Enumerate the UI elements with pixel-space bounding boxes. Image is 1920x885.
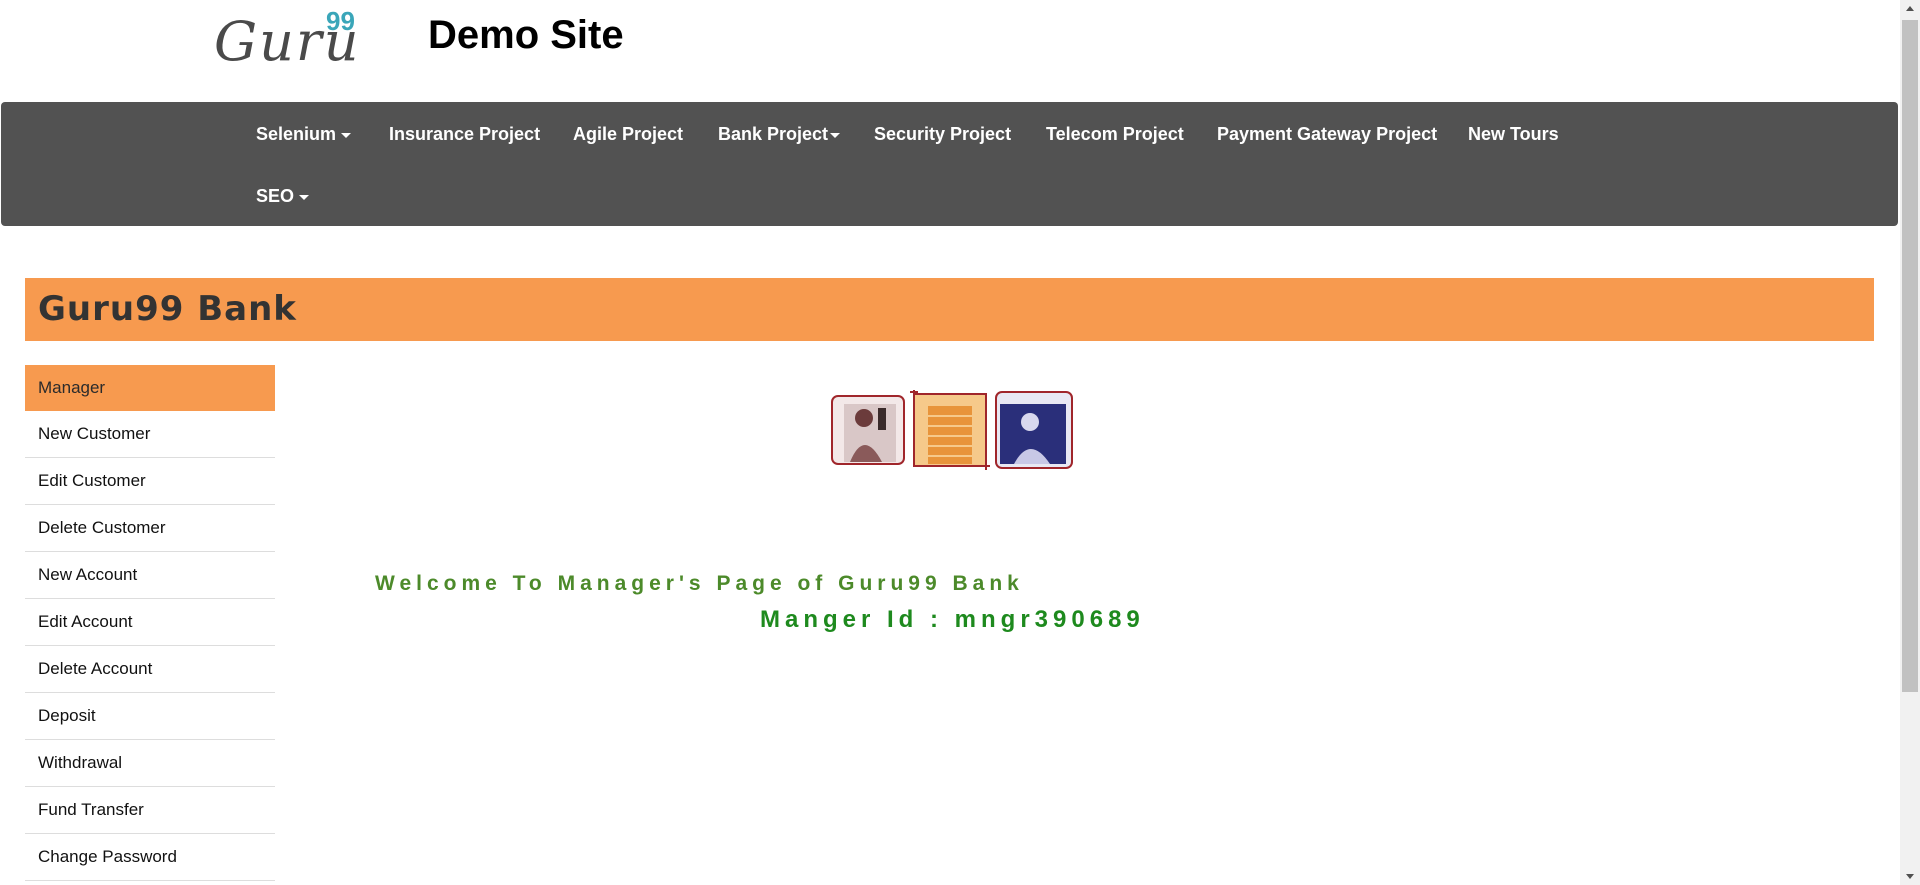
sidebar-item-withdrawal[interactable]: Withdrawal: [25, 740, 275, 787]
site-title: Demo Site: [428, 13, 624, 57]
nav-telecom-project[interactable]: Telecom Project: [1046, 123, 1184, 145]
sidebar-item-change-password[interactable]: Change Password: [25, 834, 275, 881]
page-scrollbar[interactable]: [1900, 0, 1920, 885]
sidebar-item-new-customer[interactable]: New Customer: [25, 411, 275, 458]
guru99-logo[interactable]: Guru 99: [214, 6, 364, 73]
nav-seo-label: SEO: [256, 186, 295, 206]
sidebar-item-delete-customer[interactable]: Delete Customer: [25, 505, 275, 552]
nav-seo-dropdown[interactable]: SEO: [256, 185, 310, 207]
sidebar-item-delete-account[interactable]: Delete Account: [25, 646, 275, 693]
sidebar-item-manager[interactable]: Manager: [25, 365, 275, 411]
sidebar-item-deposit[interactable]: Deposit: [25, 693, 275, 740]
scroll-up-arrow-icon[interactable]: [1906, 6, 1914, 11]
nav-bank-label: Bank Project: [718, 124, 829, 144]
bank-banner-image: [831, 390, 1073, 470]
top-navbar: Selenium Insurance Project Agile Project…: [1, 102, 1898, 226]
nav-selenium-dropdown[interactable]: Selenium: [256, 123, 352, 145]
scrollbar-thumb[interactable]: [1902, 20, 1918, 692]
logo-superscript: 99: [326, 6, 355, 36]
sidebar-menu: Manager New Customer Edit Customer Delet…: [25, 365, 275, 881]
sidebar-item-new-account[interactable]: New Account: [25, 552, 275, 599]
nav-new-tours[interactable]: New Tours: [1468, 123, 1559, 145]
manager-id-text: Manger Id : mngr390689: [760, 606, 1145, 633]
nav-payment-gateway-project[interactable]: Payment Gateway Project: [1217, 123, 1437, 145]
sidebar-item-edit-customer[interactable]: Edit Customer: [25, 458, 275, 505]
sidebar-item-edit-account[interactable]: Edit Account: [25, 599, 275, 646]
nav-agile-project[interactable]: Agile Project: [573, 123, 683, 145]
sidebar-item-fund-transfer[interactable]: Fund Transfer: [25, 787, 275, 834]
nav-insurance-project[interactable]: Insurance Project: [389, 123, 540, 145]
nav-security-project[interactable]: Security Project: [874, 123, 1011, 145]
scroll-down-arrow-icon[interactable]: [1906, 874, 1914, 879]
welcome-message: Welcome To Manager's Page of Guru99 Bank: [375, 572, 1024, 595]
bank-title: Guru99 Bank: [38, 289, 297, 329]
bank-title-bar: Guru99 Bank: [25, 278, 1874, 341]
nav-selenium-label: Selenium: [256, 124, 337, 144]
chevron-down-icon: [830, 132, 841, 138]
chevron-down-icon: [341, 132, 352, 138]
nav-bank-project-dropdown[interactable]: Bank Project: [718, 123, 841, 145]
chevron-down-icon: [299, 194, 310, 200]
